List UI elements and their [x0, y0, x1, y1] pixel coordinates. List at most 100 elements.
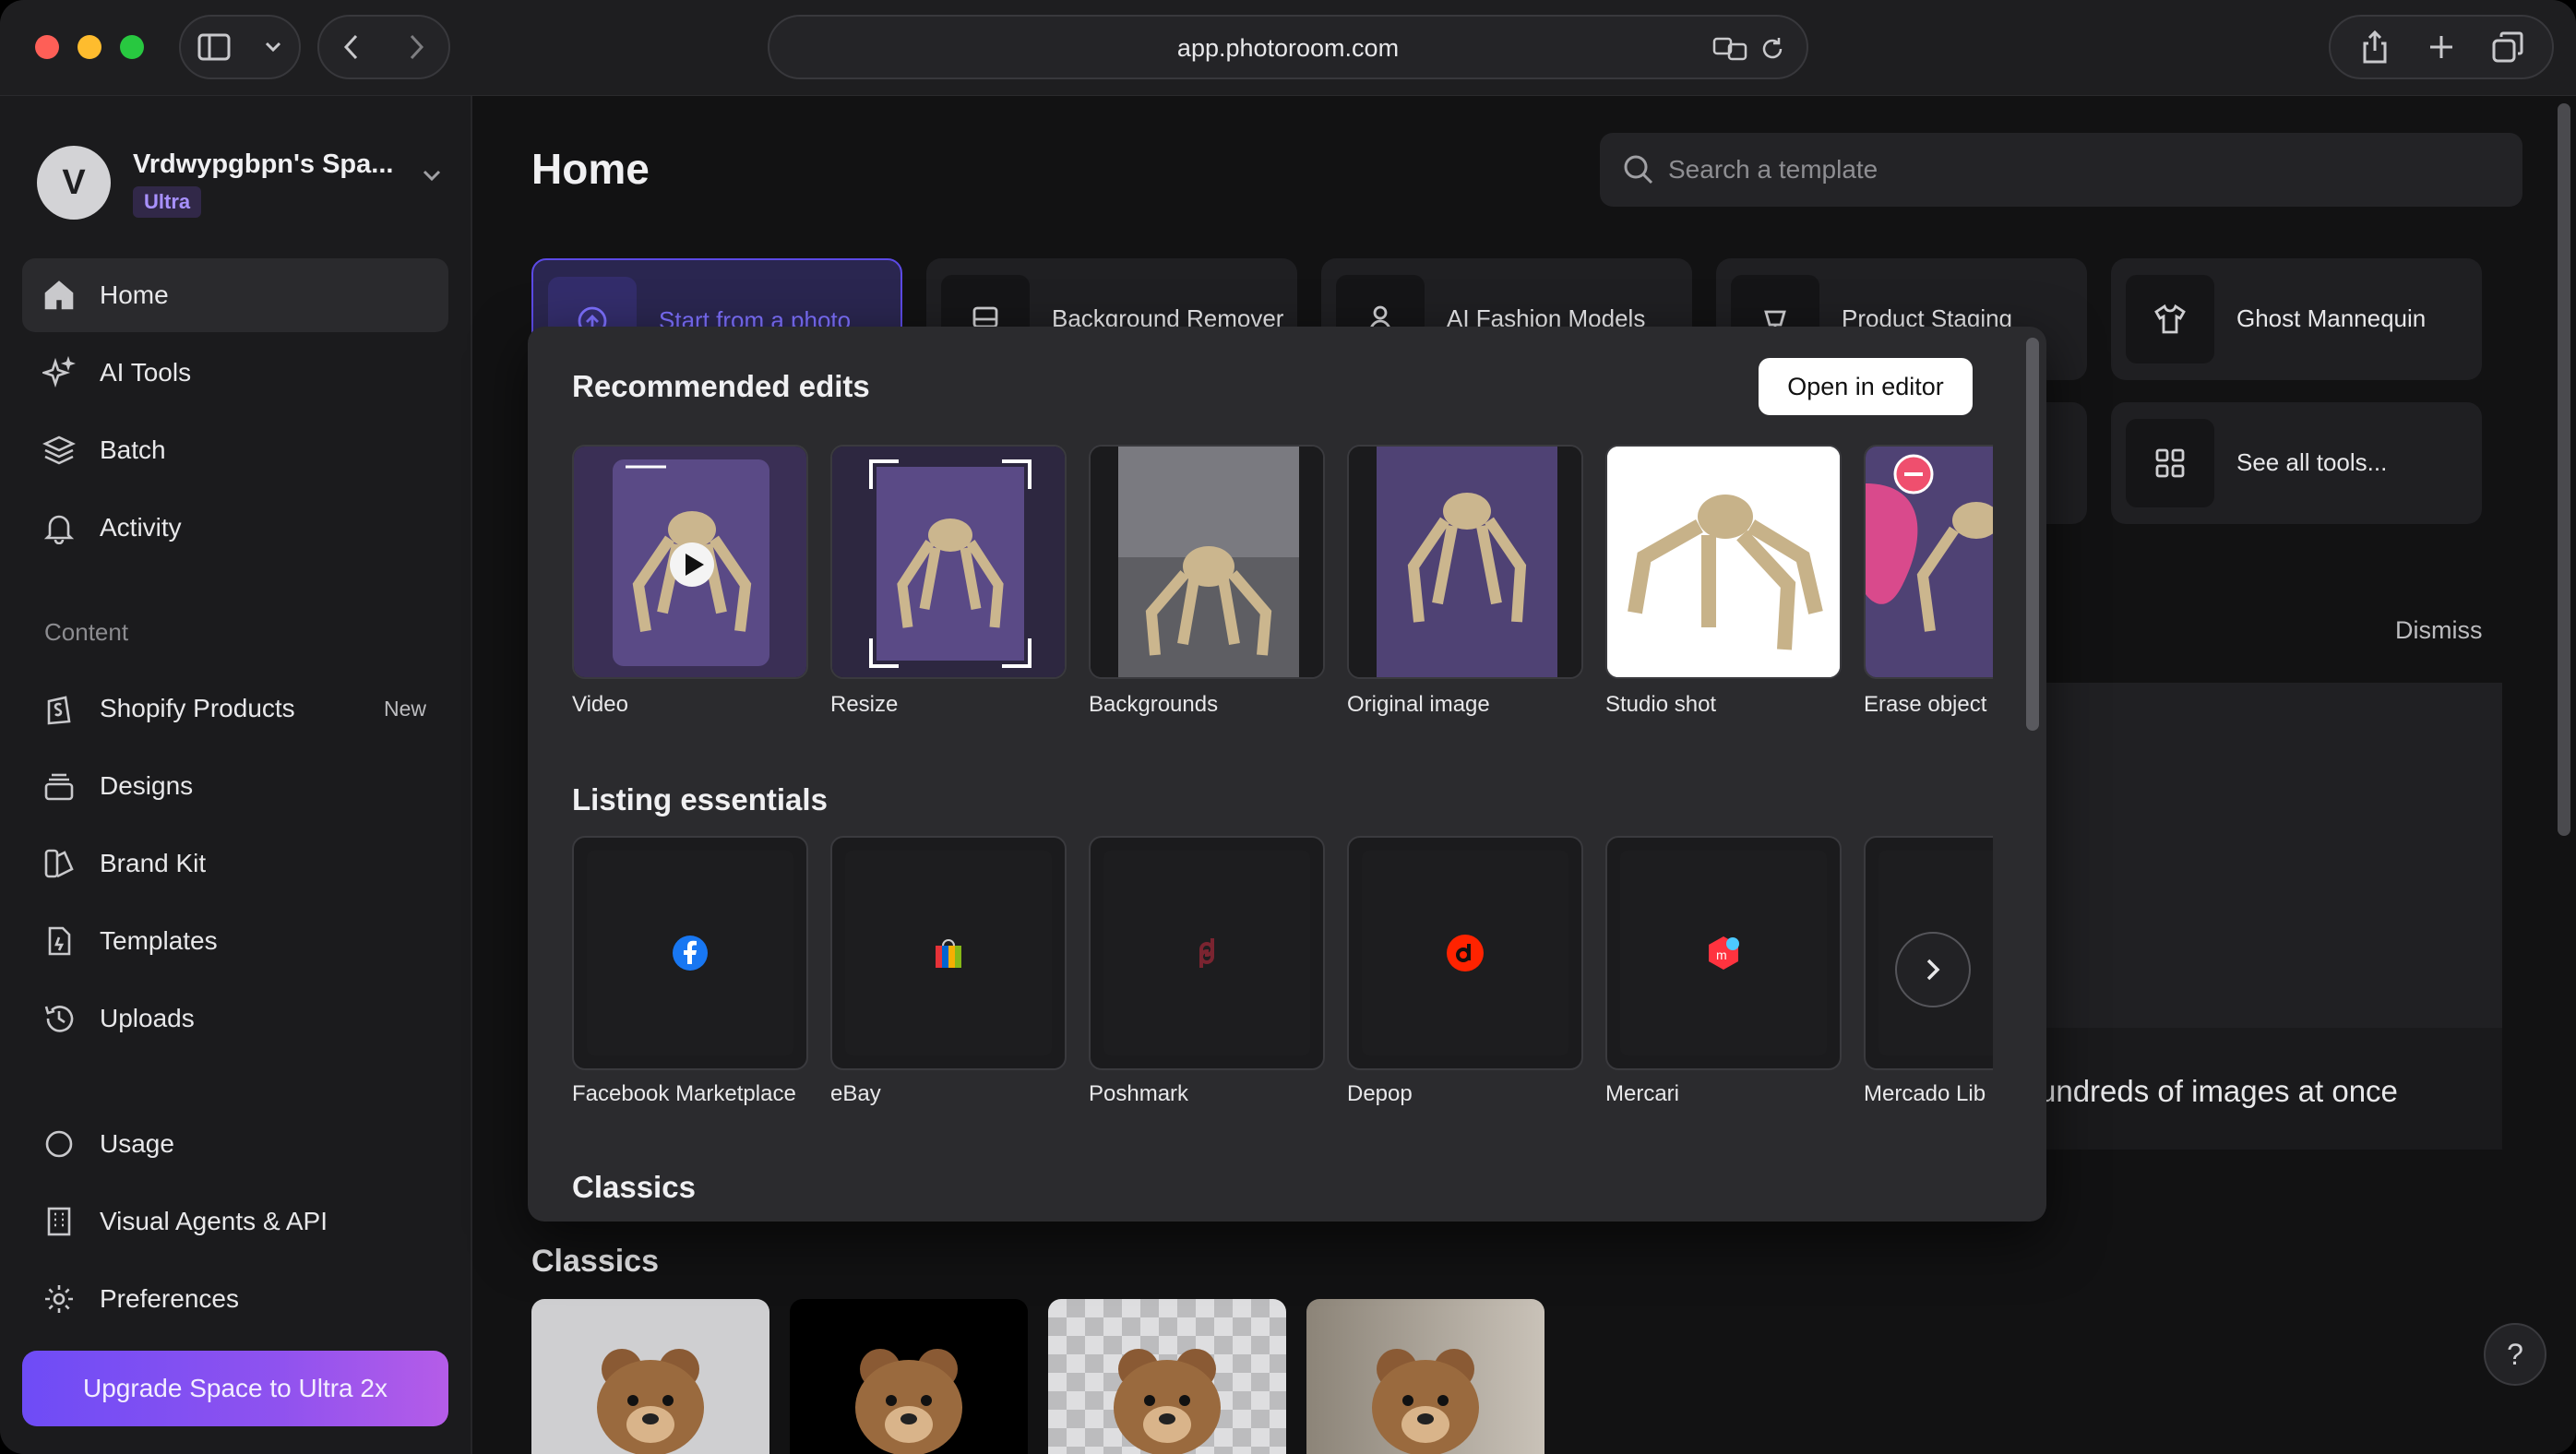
reload-icon[interactable] [1759, 35, 1786, 63]
depop-icon [1447, 935, 1484, 971]
recommended-edits-title: Recommended edits [572, 369, 870, 403]
shirt-icon [2126, 275, 2214, 364]
recommended-edits-popover: Recommended edits Open in editor Video R… [528, 327, 2046, 1222]
space-switcher[interactable]: V Vrdwypgbpn's Spa... Ultra [37, 140, 443, 225]
help-button[interactable]: ? [2484, 1323, 2546, 1386]
open-in-editor-button[interactable]: Open in editor [1759, 358, 1973, 415]
zoom-window-button[interactable] [120, 35, 144, 59]
sidebar-item-label: AI Tools [100, 358, 192, 387]
popover-scrollbar[interactable] [2026, 338, 2039, 731]
teddy-bear-image [1114, 1349, 1221, 1454]
recommended-edit-backgrounds[interactable] [1089, 445, 1325, 679]
listing-facebook-marketplace[interactable] [572, 836, 808, 1070]
address-bar[interactable]: app.photoroom.com [768, 15, 1808, 79]
sidebar-item-home[interactable]: Home [22, 258, 448, 332]
tab-overview-icon[interactable] [2475, 31, 2541, 63]
minimize-window-button[interactable] [78, 35, 101, 59]
sidebar-item-label: Home [100, 280, 169, 309]
stack-icon [41, 768, 78, 804]
listing-label: Depop [1347, 1081, 1413, 1106]
see-all-label: See all tools... [2236, 448, 2388, 476]
sidebar-item-designs[interactable]: Designs [22, 749, 448, 823]
sidebar-item-templates[interactable]: Templates [22, 904, 448, 978]
recommended-edit-resize[interactable] [830, 445, 1067, 679]
popover-classics-title: Classics [572, 1170, 696, 1204]
share-icon[interactable] [2342, 30, 2408, 64]
recommended-edit-video[interactable] [572, 445, 808, 679]
search-input[interactable]: Search a template [1600, 133, 2522, 207]
url-text: app.photoroom.com [1176, 34, 1400, 62]
gear-icon [41, 1281, 78, 1317]
sidebar-item-ai-tools[interactable]: AI Tools [22, 336, 448, 410]
recommended-edit-original-image[interactable] [1347, 445, 1583, 679]
dismiss-button[interactable]: Dismiss [2395, 616, 2483, 645]
sidebar-icon [197, 33, 231, 61]
batch-banner-text: undreds of images at once [2039, 1074, 2398, 1108]
sidebar-item-label: Preferences [100, 1284, 239, 1313]
ghost-mannequin-tool[interactable]: Ghost Mannequin [2111, 258, 2482, 380]
forward-icon[interactable] [407, 33, 425, 61]
facebook-icon [673, 936, 708, 971]
sidebar-item-label: Uploads [100, 1004, 195, 1032]
search-icon [1622, 153, 1655, 191]
sidebar-item-shopify-products[interactable]: Shopify Products New [22, 672, 448, 745]
home-icon [41, 277, 78, 314]
page-scrollbar[interactable] [2558, 103, 2570, 836]
listing-ebay[interactable] [830, 836, 1067, 1070]
classic-template-card[interactable] [531, 1299, 769, 1454]
back-icon[interactable] [342, 33, 361, 61]
recommended-edit-studio-shot[interactable] [1605, 445, 1842, 679]
sidebar-item-label: Activity [100, 513, 182, 542]
classic-template-card[interactable] [1306, 1299, 1544, 1454]
search-placeholder: Search a template [1668, 155, 1878, 184]
brand-kit-icon [41, 845, 78, 882]
recommended-edit-label: Studio shot [1605, 692, 1717, 717]
sidebar-item-batch[interactable]: Batch [22, 413, 448, 487]
see-all-tools-button[interactable]: See all tools... [2111, 402, 2482, 524]
mercari-icon: m [1709, 936, 1739, 970]
listing-label: Mercado Lib [1864, 1081, 1986, 1106]
poshmark-icon [1199, 938, 1214, 968]
sidebar-item-visual-agents-api[interactable]: Visual Agents & API [22, 1185, 448, 1258]
tool-label: Ghost Mannequin [2236, 304, 2427, 332]
classic-template-card[interactable] [1048, 1299, 1286, 1454]
chevron-down-icon [421, 168, 443, 187]
listing-label: Facebook Marketplace [572, 1081, 796, 1106]
shopify-icon [41, 690, 78, 727]
layers-icon [41, 432, 78, 469]
recommended-edit-label: Erase object [1864, 692, 1987, 717]
close-window-button[interactable] [35, 35, 59, 59]
teddy-bear-image [597, 1349, 704, 1454]
crochet-spider-thumbnail [1349, 447, 1581, 677]
sidebar-item-uploads[interactable]: Uploads [22, 982, 448, 1055]
recommended-edit-label: Backgrounds [1089, 692, 1219, 717]
sidebar-item-activity[interactable]: Activity [22, 491, 448, 565]
recommended-edit-label: Resize [830, 692, 899, 717]
sidebar-item-label: Designs [100, 771, 194, 800]
crochet-spider-thumbnail [1091, 447, 1323, 677]
upgrade-button[interactable]: Upgrade Space to Ultra 2x [22, 1351, 448, 1426]
window-actions [2329, 15, 2554, 79]
sidebar-item-label: Templates [100, 926, 218, 955]
svg-text:m: m [1716, 947, 1727, 962]
chevron-down-icon [265, 42, 281, 53]
sidebar-item-usage[interactable]: Usage [22, 1107, 448, 1181]
sidebar-toggle-button[interactable] [179, 15, 301, 79]
listing-mercari[interactable]: m [1605, 836, 1842, 1070]
listing-poshmark[interactable] [1089, 836, 1325, 1070]
new-badge: New [383, 696, 426, 721]
template-icon [41, 923, 78, 959]
plan-badge: Ultra [133, 186, 202, 218]
listing-depop[interactable] [1347, 836, 1583, 1070]
crochet-spider-thumbnail [832, 447, 1065, 677]
sidebar-item-brand-kit[interactable]: Brand Kit [22, 827, 448, 900]
classic-template-card[interactable] [790, 1299, 1028, 1454]
sidebar-item-label: Shopify Products [100, 694, 295, 722]
new-tab-icon[interactable] [2408, 33, 2475, 61]
building-icon [41, 1203, 78, 1240]
chevron-right-icon [1926, 959, 1940, 981]
sidebar-item-preferences[interactable]: Preferences [22, 1262, 448, 1336]
listing-label: eBay [830, 1081, 881, 1106]
carousel-next-button[interactable] [1895, 932, 1971, 1007]
translate-icon[interactable] [1712, 35, 1749, 63]
